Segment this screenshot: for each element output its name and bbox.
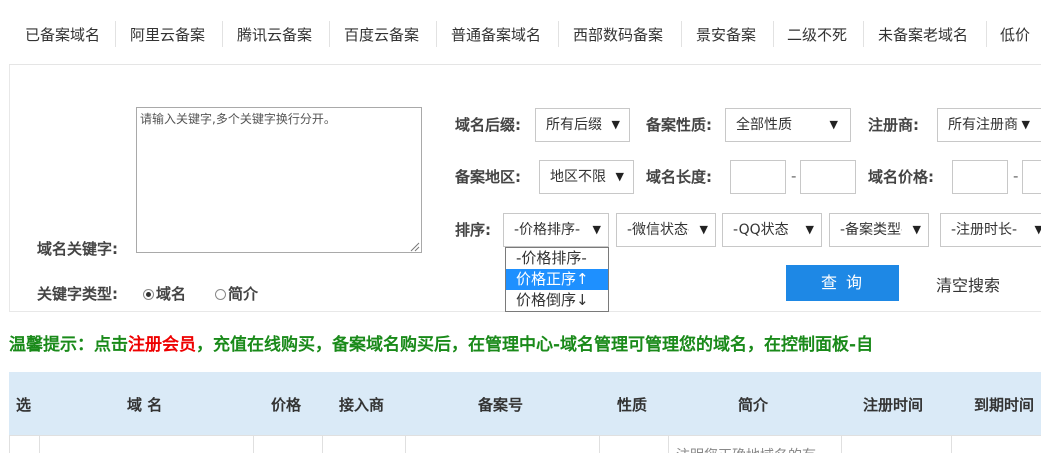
wechat-status-select[interactable]: -微信状态- ▼ [616, 213, 716, 247]
col-expire-time: 到期时间 [974, 396, 1035, 414]
tab-beian-domain[interactable]: 已备案域名 [25, 24, 100, 46]
sort-dropdown-list: -价格排序- 价格正序↑ 价格倒序↓ [505, 247, 609, 312]
keyword-type-intro-radio[interactable]: 简介 [215, 283, 258, 304]
tab-low-price[interactable]: 低价 [1000, 24, 1030, 46]
sort-select[interactable]: -价格排序- ▼ [503, 213, 609, 247]
keyword-textarea[interactable]: 请输入关键字,多个关键字换行分开。 [136, 107, 422, 253]
qq-status-value: -QQ状态 [733, 222, 789, 238]
top-nav: 已备案域名 阿里云备案 腾讯云备案 百度云备案 普通备案域名 西部数码备案 景安… [9, 0, 1041, 65]
reg-duration-value: -注册时长- [951, 222, 1018, 238]
price-label: 域名价格: [868, 168, 934, 186]
keyword-type-label: 关键字类型: [37, 285, 118, 303]
dropdown-arrow-icon: ▼ [611, 118, 620, 131]
dropdown-arrow-icon: ▼ [912, 223, 921, 236]
dropdown-arrow-icon: ▼ [615, 170, 624, 183]
suffix-select-value: 所有后缀 [546, 117, 602, 133]
nature-label: 备案性质: [646, 116, 712, 134]
tab-divider [558, 21, 559, 47]
notice-prefix: 温馨提示：点击 [9, 335, 128, 355]
reg-duration-select[interactable]: -注册时长- ▼ [940, 213, 1041, 247]
qq-status-select[interactable]: -QQ状态 ▼ [722, 213, 822, 247]
table-row [9, 435, 1041, 453]
wechat-status-value: -微信状态- [627, 222, 689, 238]
col-intro: 简介 [738, 396, 769, 414]
tab-jingan[interactable]: 景安备案 [696, 24, 756, 46]
dropdown-arrow-icon: ▼ [699, 223, 708, 236]
sort-option-default[interactable]: -价格排序- [506, 248, 608, 269]
sort-select-value: -价格排序- [514, 222, 581, 238]
suffix-select[interactable]: 所有后缀 ▼ [535, 108, 630, 142]
nature-select[interactable]: 全部性质 ▼ [725, 108, 851, 142]
region-select-value: 地区不限 [550, 169, 606, 185]
tab-divider [115, 21, 116, 47]
sort-label: 排序: [455, 221, 491, 239]
col-price: 价格 [271, 396, 302, 414]
tab-aliyun[interactable]: 阿里云备案 [130, 24, 205, 46]
length-label: 域名长度: [646, 168, 712, 186]
tab-baidu[interactable]: 百度云备案 [344, 24, 419, 46]
clear-search-button[interactable]: 清空搜索 [936, 272, 1000, 296]
notice-suffix: ，充值在线购买，备案域名购买后，在管理中心-域名管理可管理您的域名，在控制面板-… [196, 335, 874, 355]
tab-divider [986, 21, 987, 47]
col-nature: 性质 [617, 396, 648, 414]
tab-west[interactable]: 西部数码备案 [573, 24, 663, 46]
table-header: 选 域 名 价格 接入商 备案号 性质 简介 注册时间 到期时间 [9, 372, 1041, 435]
keyword-label: 域名关键字: [37, 240, 118, 258]
beian-type-value: -备案类型- [840, 222, 902, 238]
tab-divider [863, 21, 864, 47]
registrar-label: 注册商: [868, 116, 919, 134]
intro-cell-partial: 注明您正确地域名的有 [676, 445, 816, 453]
range-dash: - [1013, 167, 1019, 185]
tab-divider [222, 21, 223, 47]
tab-unfiled-old[interactable]: 未备案老域名 [878, 24, 968, 46]
col-select: 选 [16, 396, 32, 414]
dropdown-arrow-icon: ▼ [592, 223, 601, 236]
range-dash: - [791, 167, 797, 185]
dropdown-arrow-icon: ▼ [1035, 214, 1041, 246]
query-button[interactable]: 查 询 [786, 265, 899, 301]
length-min-input[interactable] [730, 160, 786, 194]
suffix-label: 域名后缀: [455, 116, 521, 134]
region-select[interactable]: 地区不限 ▼ [539, 160, 634, 194]
tab-divider [681, 21, 682, 47]
tab-normal[interactable]: 普通备案域名 [451, 24, 541, 46]
tab-divider [773, 21, 774, 47]
col-domain: 域 名 [127, 396, 163, 414]
registrar-select[interactable]: 所有注册商 ▼ [937, 108, 1041, 142]
radio-unchecked-icon [215, 289, 226, 300]
registrar-select-value: 所有注册商 [948, 117, 1018, 133]
price-min-input[interactable] [952, 160, 1008, 194]
dropdown-arrow-icon: ▼ [1021, 118, 1030, 131]
col-provider: 接入商 [339, 396, 385, 414]
dropdown-arrow-icon: ▼ [805, 223, 814, 236]
beian-type-select[interactable]: -备案类型- ▼ [829, 213, 929, 247]
tab-tencent[interactable]: 腾讯云备案 [237, 24, 312, 46]
notice-banner: 温馨提示：点击注册会员，充值在线购买，备案域名购买后，在管理中心-域名管理可管理… [9, 330, 873, 355]
length-max-input[interactable] [800, 160, 856, 194]
col-reg-time: 注册时间 [863, 396, 924, 414]
col-beian-no: 备案号 [478, 396, 524, 414]
keyword-type-domain-radio[interactable]: 域名 [143, 283, 186, 304]
sort-option-desc[interactable]: 价格倒序↓ [506, 290, 608, 311]
tab-second-level[interactable]: 二级不死 [787, 24, 847, 46]
register-member-link[interactable]: 注册会员 [128, 335, 196, 355]
sort-option-asc[interactable]: 价格正序↑ [506, 269, 608, 290]
nature-select-value: 全部性质 [736, 117, 792, 133]
price-max-input[interactable] [1022, 160, 1041, 194]
keyword-type-intro-label: 简介 [228, 285, 259, 303]
region-label: 备案地区: [455, 168, 521, 186]
tab-divider [329, 21, 330, 47]
tab-divider [436, 21, 437, 47]
dropdown-arrow-icon: ▼ [829, 118, 838, 131]
radio-checked-icon [143, 289, 154, 300]
resize-grip-icon[interactable] [408, 240, 420, 252]
keyword-type-domain-label: 域名 [156, 285, 187, 303]
